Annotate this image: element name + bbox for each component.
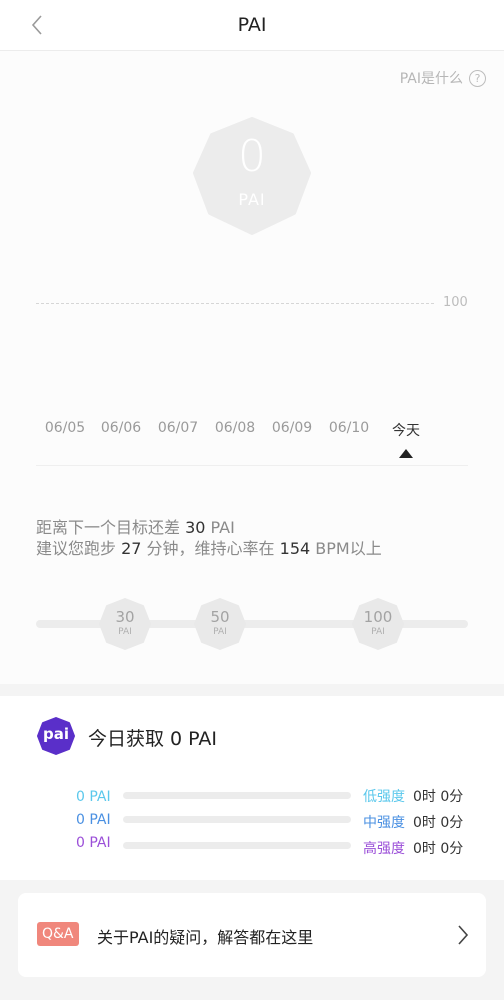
low-intensity-bar	[123, 792, 351, 799]
pai-logo: pai	[37, 717, 75, 755]
medium-intensity-label: 中强度	[363, 815, 405, 831]
pai-overview-card: PAI是什么 ? 0 PAI 100 06/05 06/06 06/07 06/…	[0, 51, 504, 684]
low-intensity-label: 低强度	[363, 789, 405, 805]
today-pai-title: 今日获取 0 PAI	[88, 728, 218, 750]
milestone-100: 100 PAI	[352, 598, 404, 650]
qa-link-card[interactable]: Q&A 关于PAI的疑问，解答都在这里	[18, 893, 486, 977]
pai-score-unit: PAI	[238, 190, 266, 209]
day-label[interactable]: 06/08	[207, 420, 263, 436]
low-intensity-pai: 0 PAI	[76, 789, 111, 805]
day-label[interactable]: 06/09	[264, 420, 320, 436]
today-pai-card: pai 今日获取 0 PAI 0 PAI 低强度 0时 0分 0 PAI 中强度…	[0, 696, 504, 880]
milestone-value: 30	[115, 608, 135, 626]
advice-text: 距离下一个目标还差 30 PAI 建议您跑步 27 分钟，维持心率在 154 B…	[36, 517, 382, 559]
high-intensity-bar	[123, 842, 351, 849]
milestone-unit: PAI	[371, 627, 385, 637]
help-link-label: PAI是什么	[399, 71, 463, 87]
low-intensity-time: 0时 0分	[413, 789, 464, 805]
milestone-unit: PAI	[118, 627, 132, 637]
milestone-unit: PAI	[213, 627, 227, 637]
advice-line-1: 距离下一个目标还差 30 PAI	[36, 518, 235, 537]
chevron-right-icon	[458, 925, 469, 945]
day-label-today[interactable]: 今天	[378, 420, 434, 440]
header: PAI	[0, 0, 504, 51]
axis-divider	[36, 465, 468, 466]
milestone-value: 50	[210, 608, 230, 626]
day-label[interactable]: 06/07	[150, 420, 206, 436]
day-label[interactable]: 06/05	[37, 420, 93, 436]
what-is-pai-link[interactable]: PAI是什么 ?	[400, 68, 486, 88]
day-label[interactable]: 06/10	[321, 420, 377, 436]
today-triangle-icon	[399, 449, 413, 458]
milestone-50: 50 PAI	[194, 598, 246, 650]
question-icon: ?	[469, 69, 486, 87]
pai-score-badge: 0 PAI	[193, 117, 311, 235]
goal-line	[36, 303, 434, 304]
pai-logo-text: pai	[42, 725, 69, 743]
qa-text: 关于PAI的疑问，解答都在这里	[97, 928, 314, 947]
milestone-value: 100	[363, 608, 393, 626]
day-label[interactable]: 06/06	[93, 420, 149, 436]
medium-intensity-pai: 0 PAI	[76, 812, 111, 828]
high-intensity-pai: 0 PAI	[76, 835, 111, 851]
page-title: PAI	[237, 14, 267, 36]
goal-line-label: 100	[443, 295, 468, 310]
pai-score-value: 0	[238, 131, 266, 182]
qa-tag: Q&A	[37, 922, 79, 946]
high-intensity-label: 高强度	[363, 841, 405, 857]
milestone-30: 30 PAI	[99, 598, 151, 650]
high-intensity-time: 0时 0分	[413, 841, 464, 857]
medium-intensity-time: 0时 0分	[413, 815, 464, 831]
medium-intensity-bar	[123, 816, 351, 823]
advice-line-2: 建议您跑步 27 分钟，维持心率在 154 BPM以上	[36, 539, 382, 558]
